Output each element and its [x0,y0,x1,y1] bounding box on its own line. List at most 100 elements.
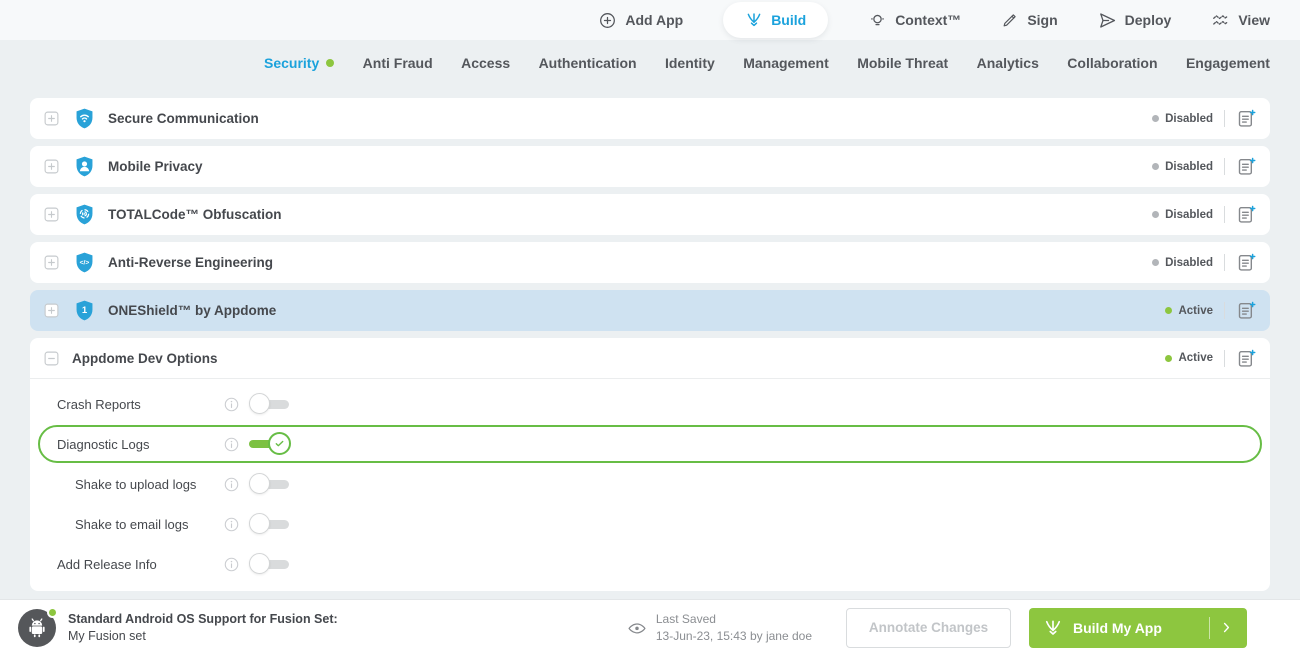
nav-item-view[interactable]: View [1211,11,1270,30]
option-label: Crash Reports [40,397,223,412]
svg-text:1: 1 [82,305,88,316]
nav-item-label: Build [771,12,806,28]
note-add-icon[interactable] [1236,252,1257,273]
toggle-knob [249,553,270,574]
dev-options-header[interactable]: Appdome Dev OptionsActive [30,338,1270,379]
category-row-totalcode-obfuscation[interactable]: TOTALCode™ Obfuscation Disabled [30,194,1270,235]
plus-circle-icon [598,11,617,30]
tab-identity[interactable]: Identity [665,55,715,71]
option-row-add-release-info[interactable]: Add Release Info [38,545,1262,583]
tab-anti-fraud[interactable]: Anti Fraud [363,55,433,71]
tab-security[interactable]: Security [264,55,334,71]
category-row-anti-reverse-engineering[interactable]: </>Anti-Reverse EngineeringDisabled [30,242,1270,283]
category-row-oneshield-by-appdome[interactable]: 1 ONEShield™ by Appdome Active [30,290,1270,331]
build-my-app-button[interactable]: Build My App [1029,608,1247,648]
row-actions: Disabled [1152,252,1257,273]
status-dot [1152,211,1159,218]
option-row-shake-to-email-logs[interactable]: Shake to email logs [38,505,1262,543]
info-icon[interactable] [223,556,240,573]
note-add-icon[interactable] [1236,204,1257,225]
note-add-icon[interactable] [1236,108,1257,129]
category-title: Mobile Privacy [108,159,203,174]
fusion-set-title: Standard Android OS Support for Fusion S… [68,611,338,627]
expand-plus-icon[interactable] [43,158,60,175]
category-row-mobile-privacy[interactable]: Mobile Privacy Disabled [30,146,1270,187]
toggle-crash-reports[interactable] [249,393,293,416]
status-dot [1152,115,1159,122]
option-row-shake-to-upload-logs[interactable]: Shake to upload logs [38,465,1262,503]
divider [1224,158,1225,175]
nav-item-build[interactable]: Build [723,2,828,38]
toggle-diagnostic-logs[interactable] [249,433,293,456]
expand-plus-icon[interactable] [43,206,60,223]
toggle-shake-to-upload-logs[interactable] [249,473,293,496]
info-icon[interactable] [223,476,240,493]
status-badge: Active [1165,305,1213,317]
tab-label: Identity [665,55,715,71]
row-actions: Disabled [1152,204,1257,225]
category-row-secure-communication[interactable]: Secure CommunicationDisabled [30,98,1270,139]
tab-management[interactable]: Management [743,55,829,71]
note-add-icon[interactable] [1236,348,1257,369]
annotate-changes-button[interactable]: Annotate Changes [846,608,1011,648]
tabs-bar: Security Anti Fraud Access Authentication Id… [0,40,1300,86]
shield-wifi-icon [73,107,96,130]
category-rows: Secure CommunicationDisabled Mobile Priva… [30,98,1270,331]
tab-mobile-threat[interactable]: Mobile Threat [857,55,948,71]
fusion-set-info: Standard Android OS Support for Fusion S… [68,611,338,644]
divider [1224,110,1225,127]
option-row-diagnostic-logs[interactable]: Diagnostic Logs [38,425,1262,463]
option-label: Add Release Info [40,557,223,572]
divider [1224,302,1225,319]
tab-access[interactable]: Access [461,55,510,71]
toggle-add-release-info[interactable] [249,553,293,576]
last-saved-value: 13-Jun-23, 15:43 by jane doe [656,628,812,644]
shield-one-icon: 1 [73,299,96,322]
nav-item-sign[interactable]: Sign [1001,11,1057,29]
lightbulb-icon [868,11,887,30]
nav-item-label: View [1238,12,1270,28]
nav-item-add-app[interactable]: Add App [598,11,683,30]
nav-item-context[interactable]: Context™ [868,11,961,30]
tab-label: Analytics [977,55,1039,71]
shield-maze-icon [73,203,96,226]
android-status-dot [47,607,58,618]
toggle-knob [249,513,270,534]
nav-item-label: Sign [1027,12,1057,28]
nav-item-deploy[interactable]: Deploy [1098,11,1172,30]
chevron-right-icon[interactable] [1220,621,1233,634]
tab-authentication[interactable]: Authentication [539,55,637,71]
toggle-knob [249,393,270,414]
tab-engagement[interactable]: Engagement [1186,55,1270,71]
option-row-crash-reports[interactable]: Crash Reports [38,385,1262,423]
expand-plus-icon[interactable] [43,110,60,127]
pen-icon [1001,11,1019,29]
expand-plus-icon[interactable] [43,254,60,271]
build-fusion-icon [1043,618,1063,638]
info-icon[interactable] [223,436,240,453]
row-actions: Disabled [1152,156,1257,177]
toggle-shake-to-email-logs[interactable] [249,513,293,536]
status-label: Disabled [1165,113,1213,125]
note-add-icon[interactable] [1236,300,1257,321]
info-icon[interactable] [223,516,240,533]
nav-item-label: Add App [625,12,683,28]
option-label: Shake to email logs [40,517,223,532]
dev-options-title: Appdome Dev Options [72,351,218,366]
status-label: Active [1178,305,1213,317]
status-label: Disabled [1165,257,1213,269]
expand-minus-icon[interactable] [43,350,60,367]
toggle-knob [249,473,270,494]
footer-bar: Standard Android OS Support for Fusion S… [0,599,1300,655]
expand-plus-icon[interactable] [43,302,60,319]
tab-label: Management [743,55,829,71]
category-title: TOTALCode™ Obfuscation [108,207,282,222]
note-add-icon[interactable] [1236,156,1257,177]
category-title: ONEShield™ by Appdome [108,303,276,318]
info-icon[interactable] [223,396,240,413]
tab-collaboration[interactable]: Collaboration [1067,55,1157,71]
tab-label: Collaboration [1067,55,1157,71]
tab-analytics[interactable]: Analytics [977,55,1039,71]
status-badge: Disabled [1152,257,1213,269]
status-dot [1165,355,1172,362]
